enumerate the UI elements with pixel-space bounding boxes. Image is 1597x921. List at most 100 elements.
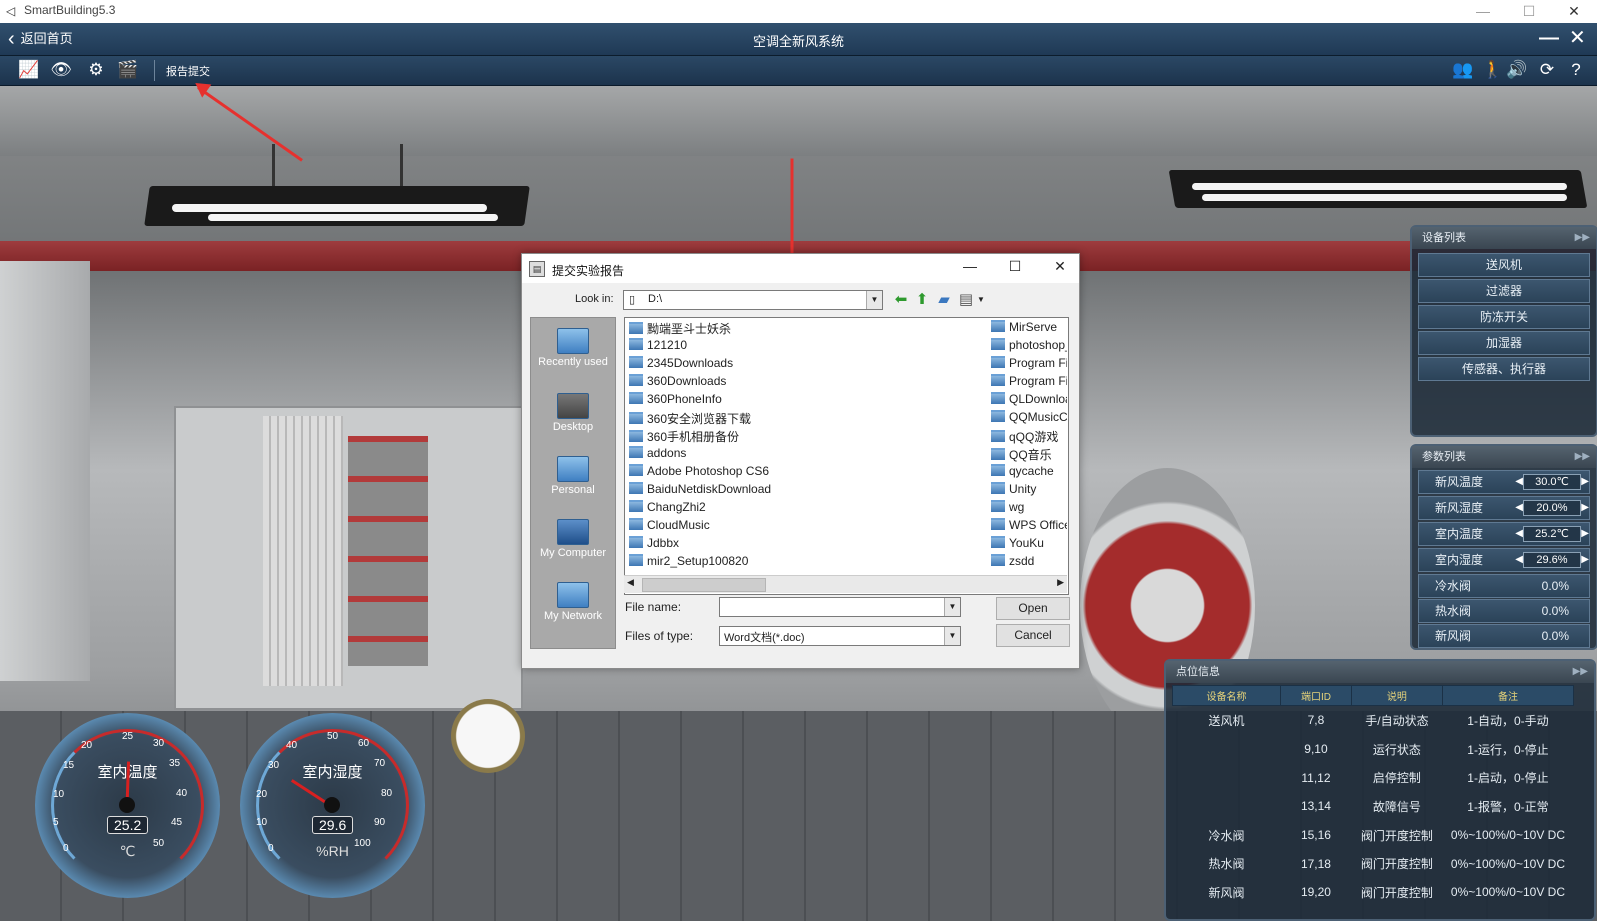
file-item[interactable]: Jdbbx <box>629 536 979 553</box>
file-item[interactable]: QQ音乐 <box>991 446 1067 463</box>
place-desktop[interactable]: Desktop <box>531 393 615 434</box>
increase-arrow-icon[interactable]: ▶ <box>1581 497 1589 519</box>
file-item[interactable]: 2345Downloads <box>629 356 979 373</box>
collapse-icon[interactable]: ▶▶ <box>1575 227 1590 249</box>
file-item[interactable]: QLDownloa <box>991 392 1067 409</box>
dialog-close-button[interactable]: ✕ <box>1045 258 1075 275</box>
back-arrow-icon[interactable]: ⬅ <box>892 291 910 309</box>
refresh-icon[interactable]: ⟳ <box>1534 60 1560 80</box>
file-item[interactable]: zsdd <box>991 554 1067 571</box>
device-item-humidifier[interactable]: 加湿器 <box>1418 331 1590 355</box>
file-item[interactable]: 360Downloads <box>629 374 979 391</box>
param-name: 冷水阀 <box>1435 579 1472 593</box>
file-item[interactable]: qQQ游戏 <box>991 428 1067 445</box>
folder-icon <box>991 430 1005 442</box>
table-cell: 手/自动状态 <box>1365 713 1429 728</box>
file-name-field[interactable]: ▼ <box>719 597 961 617</box>
lamp-tube <box>1202 194 1567 201</box>
window-maximize-button[interactable]: ☐ <box>1506 0 1552 23</box>
file-item[interactable]: WPS Office <box>991 518 1067 535</box>
scroll-left-icon[interactable]: ◀ <box>627 577 634 588</box>
look-in-combo[interactable]: ▯ D:\ ▼ <box>623 290 883 310</box>
file-item[interactable]: mir2_Setup100820 <box>629 554 979 571</box>
place-my-computer[interactable]: My Computer <box>531 519 615 560</box>
device-item-sensors[interactable]: 传感器、执行器 <box>1418 357 1590 381</box>
file-list[interactable]: 黝端垩斗士妖杀 121210 2345Downloads 360Downloads 36… <box>624 317 1069 595</box>
file-item[interactable]: addons <box>629 446 979 463</box>
increase-arrow-icon[interactable]: ▶ <box>1581 523 1589 545</box>
dialog-maximize-button[interactable]: ☐ <box>1000 258 1030 275</box>
window-minimize-button[interactable]: — <box>1460 0 1506 23</box>
page-title: 空调全新风系统 <box>752 34 844 49</box>
file-item[interactable]: photoshop_c <box>991 338 1067 355</box>
gauge-tick: 40 <box>286 740 298 751</box>
new-folder-icon[interactable]: ▰ <box>935 291 953 309</box>
view-dropdown-icon[interactable]: ▼ <box>977 295 985 304</box>
walk-icon[interactable]: 🚶 <box>1480 60 1506 80</box>
table-row: 冷水阀 15,16 阀门开度控制 0%~100%/0~10V DC <box>1173 821 1574 850</box>
open-button[interactable]: Open <box>996 597 1070 620</box>
pressure-gauge-icon <box>451 699 525 773</box>
chevron-down-icon[interactable]: ▼ <box>944 598 960 616</box>
file-item[interactable]: 360安全浏览器下载 <box>629 410 979 427</box>
file-item[interactable]: ChangZhi2 <box>629 500 979 517</box>
file-item[interactable]: YouKu <box>991 536 1067 553</box>
collapse-icon[interactable]: ▶▶ <box>1575 446 1590 468</box>
clapper-icon[interactable]: 🎬 <box>115 60 141 80</box>
decrease-arrow-icon[interactable]: ◀ <box>1515 497 1523 519</box>
file-item[interactable]: 360PhoneInfo <box>629 392 979 409</box>
file-item[interactable]: 121210 <box>629 338 979 355</box>
place-my-network[interactable]: My Network <box>531 582 615 623</box>
eye-icon[interactable]: 👁 <box>48 60 74 80</box>
place-label: Desktop <box>552 421 594 433</box>
file-item[interactable]: wg <box>991 500 1067 517</box>
app-header: ‹ 返回首页 空调全新风系统 — ✕ <box>0 23 1597 56</box>
ceiling <box>0 86 1597 156</box>
file-item[interactable]: Program File <box>991 356 1067 373</box>
device-item-antifreeze[interactable]: 防冻开关 <box>1418 305 1590 329</box>
up-folder-icon[interactable]: ⬆ <box>913 291 931 309</box>
file-item[interactable]: BaiduNetdiskDownload <box>629 482 979 499</box>
file-item[interactable]: 黝端垩斗士妖杀 <box>629 320 979 337</box>
help-icon[interactable]: ? <box>1563 60 1589 80</box>
file-item[interactable]: Unity <box>991 482 1067 499</box>
decrease-arrow-icon[interactable]: ◀ <box>1515 471 1523 493</box>
scrollbar-thumb[interactable] <box>642 578 766 592</box>
window-close-button[interactable]: ✕ <box>1551 0 1597 23</box>
file-item[interactable]: Program File <box>991 374 1067 391</box>
file-item[interactable]: CloudMusic <box>629 518 979 535</box>
folder-icon <box>629 446 643 458</box>
file-item[interactable]: QQMusicCa <box>991 410 1067 427</box>
file-item-label: 360Downloads <box>647 374 727 388</box>
decrease-arrow-icon[interactable]: ◀ <box>1515 523 1523 545</box>
file-item[interactable]: MirServe <box>991 320 1067 337</box>
speaker-icon[interactable]: 🔊 <box>1504 60 1530 80</box>
place-recently-used[interactable]: Recently used <box>531 328 615 369</box>
header-close-button[interactable]: ✕ <box>1569 27 1586 49</box>
network-icon[interactable]: ⚙ <box>83 60 109 80</box>
file-item[interactable]: qycache <box>991 464 1067 481</box>
chart-icon[interactable]: 📈 <box>16 60 42 80</box>
device-item-fan[interactable]: 送风机 <box>1418 253 1590 277</box>
view-menu-icon[interactable]: ▤ <box>957 291 975 309</box>
horizontal-scrollbar[interactable]: ◀ ▶ <box>624 575 1067 593</box>
place-personal[interactable]: Personal <box>531 456 615 497</box>
increase-arrow-icon[interactable]: ▶ <box>1581 549 1589 571</box>
dialog-minimize-button[interactable]: — <box>955 258 985 274</box>
scroll-right-icon[interactable]: ▶ <box>1057 577 1064 588</box>
collapse-icon[interactable]: ▶▶ <box>1573 661 1588 683</box>
cancel-button[interactable]: Cancel <box>996 624 1070 647</box>
table-row: 9,10 运行状态 1-运行，0-停止 <box>1173 735 1574 764</box>
chevron-down-icon[interactable]: ▼ <box>944 627 960 645</box>
decrease-arrow-icon[interactable]: ◀ <box>1515 549 1523 571</box>
header-minimize-button[interactable]: — <box>1539 27 1559 49</box>
places-bar: Recently used Desktop Personal My Comput… <box>530 317 616 649</box>
file-type-select[interactable]: Word文档(*.doc) ▼ <box>719 626 961 646</box>
file-item[interactable]: Adobe Photoshop CS6 <box>629 464 979 481</box>
device-item-filter[interactable]: 过滤器 <box>1418 279 1590 303</box>
chevron-down-icon[interactable]: ▼ <box>866 291 882 309</box>
file-item[interactable]: 360手机相册备份 <box>629 428 979 445</box>
increase-arrow-icon[interactable]: ▶ <box>1581 471 1589 493</box>
report-submit-button[interactable]: 报告提交 <box>166 63 210 79</box>
users-icon[interactable]: 👥 <box>1450 60 1476 80</box>
